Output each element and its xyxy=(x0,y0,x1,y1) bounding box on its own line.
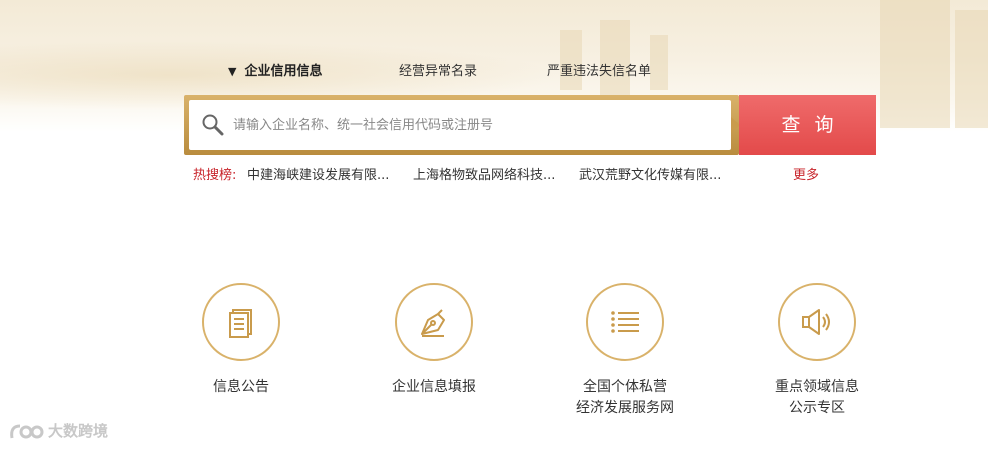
service-label-line: 公示专区 xyxy=(789,400,845,416)
search-box xyxy=(184,95,740,155)
speaker-icon xyxy=(802,309,830,335)
service-icon-circle xyxy=(778,283,856,361)
search-icon xyxy=(202,114,224,136)
service-info-announcement[interactable]: 信息公告 xyxy=(151,283,331,398)
service-links: 信息公告 企业信息填报 全国个体私营 经济发展服务网 重点领域信息 公示专区 xyxy=(0,283,988,433)
search-button[interactable]: 查询 xyxy=(739,95,876,155)
service-icon-circle xyxy=(586,283,664,361)
document-icon xyxy=(229,309,252,338)
service-label: 企业信息填报 xyxy=(344,377,524,398)
tab-enterprise-credit[interactable]: ▼ 企业信用信息 xyxy=(228,60,322,79)
banner-building xyxy=(600,20,630,95)
hot-search-item[interactable]: 上海格物致品网络科技... xyxy=(413,164,555,183)
service-label-line: 全国个体私营 xyxy=(583,379,667,395)
service-enterprise-report[interactable]: 企业信息填报 xyxy=(344,283,524,398)
service-private-economy[interactable]: 全国个体私营 经济发展服务网 xyxy=(535,283,715,419)
pen-nib-icon xyxy=(421,309,445,337)
watermark-text: 大数跨境 xyxy=(48,422,109,440)
hot-search-item[interactable]: 武汉荒野文化传媒有限... xyxy=(579,164,721,183)
service-label-line: 经济发展服务网 xyxy=(576,400,674,416)
service-label-line: 企业信息填报 xyxy=(392,379,476,395)
tab-label: 经营异常名录 xyxy=(399,64,478,79)
tab-label: 严重违法失信名单 xyxy=(547,64,652,79)
tab-abnormal-operation[interactable]: 经营异常名录 xyxy=(399,60,477,79)
service-label: 全国个体私营 经济发展服务网 xyxy=(535,377,715,419)
search-input[interactable] xyxy=(233,112,713,138)
hot-search-label: 热搜榜: xyxy=(193,168,237,183)
search-inner xyxy=(189,100,731,150)
service-label: 信息公告 xyxy=(151,377,331,398)
service-icon-circle xyxy=(202,283,280,361)
more-link[interactable]: 更多 xyxy=(793,164,819,183)
hot-search-item[interactable]: 中建海峡建设发展有限... xyxy=(247,164,389,183)
hot-search: 热搜榜: 中建海峡建设发展有限... 上海格物致品网络科技... 武汉荒野文化传… xyxy=(193,164,833,183)
service-label-line: 重点领域信息 xyxy=(775,379,859,395)
service-label-line: 信息公告 xyxy=(213,379,269,395)
service-key-field-disclosure[interactable]: 重点领域信息 公示专区 xyxy=(727,283,907,419)
list-icon xyxy=(611,311,639,333)
service-label: 重点领域信息 公示专区 xyxy=(727,377,907,419)
service-icon-circle xyxy=(395,283,473,361)
watermark-logo-icon xyxy=(10,424,44,438)
tab-dishonest-list[interactable]: 严重违法失信名单 xyxy=(547,60,651,79)
triangle-down-icon: ▼ xyxy=(228,65,237,78)
search-tabs: ▼ 企业信用信息 经营异常名录 严重违法失信名单 xyxy=(0,60,988,82)
tab-label: 企业信用信息 xyxy=(244,64,323,79)
watermark: 大数跨境 xyxy=(8,420,108,444)
